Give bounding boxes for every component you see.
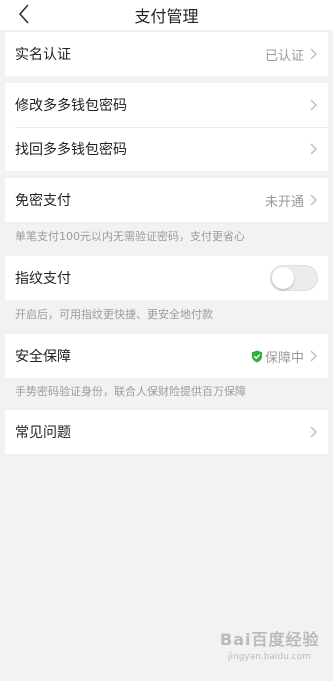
change-password-row[interactable]: 修改多多钱包密码 [5,83,328,127]
security-status-text: 保障中 [264,350,304,366]
password-free-hint: 单笔支付100元以内无需验证密码，支付更省心 [15,230,245,243]
chevron-right-icon [310,350,317,362]
chevron-right-icon [310,426,317,438]
identity-row[interactable]: 实名认证 已认证 [5,32,328,76]
chevron-right-icon [310,48,317,60]
identity-group: 实名认证 已认证 [5,32,328,76]
security-hint: 手势密码验证身份，联合人保财险提供百万保障 [15,385,246,398]
watermark-url: jingyan.baidu.com [228,652,312,662]
page-title: 支付管理 [134,7,199,26]
identity-status: 已认证 [264,48,304,64]
password-free-row[interactable]: 免密支付 未开通 [5,178,328,222]
green-shield-check-icon [251,350,262,362]
password-free-status: 未开通 [264,194,304,210]
password-free-label: 免密支付 [15,193,71,209]
faq-row[interactable]: 常见问题 [5,410,328,454]
password-free-group: 免密支付 未开通 [5,178,328,222]
password-group: 修改多多钱包密码 找回多多钱包密码 [5,83,328,171]
fingerprint-row: 指纹支付 [5,256,328,300]
fingerprint-hint: 开启后，可用指纹更快捷、更安全地付款 [15,308,213,321]
baidu-watermark: Bai百度经验 jingyan.baidu.com [212,620,322,670]
fingerprint-label: 指纹支付 [15,271,71,287]
toggle-knob [272,267,294,289]
faq-group: 常见问题 [5,410,328,454]
chevron-right-icon [310,194,317,206]
security-status: 保障中 [251,347,304,366]
chevron-right-icon [310,143,317,155]
change-password-label: 修改多多钱包密码 [15,98,127,114]
chevron-right-icon [310,99,317,111]
security-row[interactable]: 安全保障 保障中 [5,334,328,378]
security-label: 安全保障 [15,349,71,365]
fingerprint-toggle[interactable] [270,265,318,291]
identity-label: 实名认证 [15,47,71,63]
recover-password-row[interactable]: 找回多多钱包密码 [5,127,328,171]
faq-label: 常见问题 [15,425,71,441]
fingerprint-group: 指纹支付 [5,256,328,300]
recover-password-label: 找回多多钱包密码 [15,142,127,158]
security-group: 安全保障 保障中 [5,334,328,378]
nav-bar: 支付管理 [0,0,333,30]
watermark-text: Bai百度经验 [220,630,320,649]
